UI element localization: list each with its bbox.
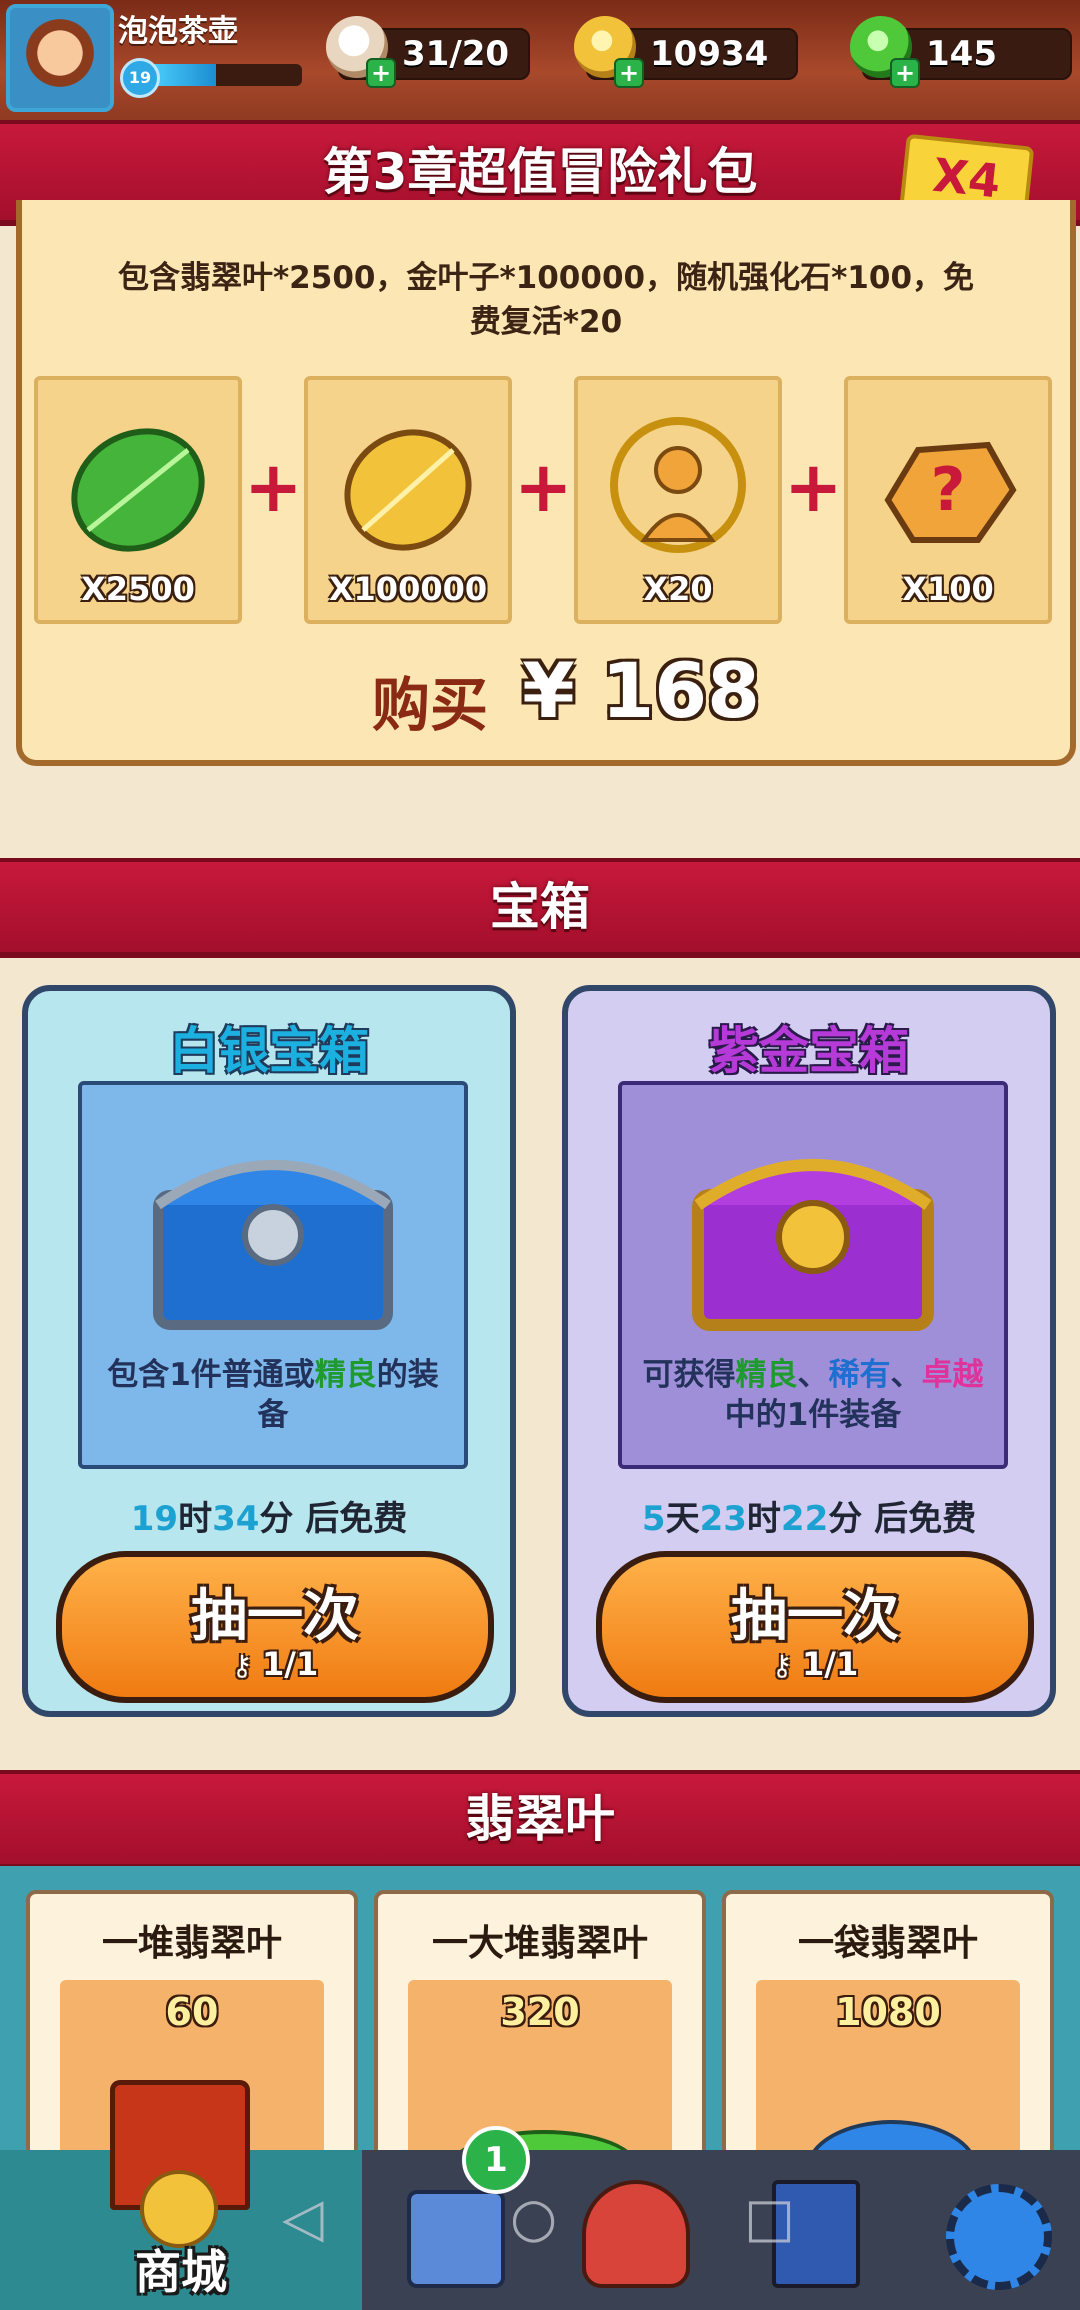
plus-icon: +	[514, 446, 573, 528]
draw-button-label: 抽一次	[731, 1584, 899, 1649]
timer-minutes: 22	[780, 1499, 829, 1539]
player-level-badge: 19	[120, 58, 160, 98]
pack-description: 包含翡翠叶*2500，金叶子*100000，随机强化石*100，免费复活*20	[117, 260, 975, 340]
player-name: 泡泡茶壶	[118, 14, 238, 49]
key-count: 1/1	[262, 1645, 319, 1683]
silver-chest-icon	[153, 1160, 393, 1330]
chest-image-frame: 可获得精良、稀有、卓越中的1件装备	[618, 1081, 1008, 1469]
key-count: 1/1	[802, 1645, 859, 1683]
timer-suffix: 分 后免费	[828, 1499, 977, 1539]
jade-section-title: 翡翠叶	[465, 1790, 615, 1848]
timer-unit: 天	[665, 1499, 700, 1539]
desc-quality-good: 精良	[314, 1357, 377, 1393]
plus-icon: +	[784, 446, 843, 528]
desc-text: 、	[797, 1357, 829, 1393]
bottom-navigation: 商城 1 ◁ ○ □	[0, 2080, 1080, 2310]
mystery-stone-icon: ?	[884, 441, 1017, 543]
chest-description: 包含1件普通或精良的装备	[92, 1355, 454, 1435]
pack-item-stone[interactable]: ? X100	[844, 376, 1052, 624]
jade-item-name: 一大堆翡翠叶	[431, 1923, 648, 1964]
jade-item-qty: 320	[500, 1990, 580, 2034]
system-back-icon[interactable]: ◁	[282, 2186, 324, 2249]
timer-minutes: 34	[212, 1499, 260, 1539]
chest-title: 紫金宝箱	[709, 1022, 909, 1080]
desc-text: 、	[890, 1357, 922, 1393]
buy-price-button[interactable]: ¥ 168	[522, 646, 760, 735]
hero-icon	[582, 2180, 690, 2288]
buy-label[interactable]: 购买	[372, 658, 488, 742]
system-recents-icon[interactable]: □	[744, 2186, 795, 2249]
timer-unit: 时	[746, 1499, 781, 1539]
pack-item-revive[interactable]: X20	[574, 376, 782, 624]
jade-item-name: 一袋翡翠叶	[797, 1923, 978, 1964]
chest-section-banner: 宝箱	[0, 858, 1080, 958]
nav-settings[interactable]	[902, 2150, 1080, 2310]
armor-icon	[407, 2190, 505, 2288]
nav-heroes[interactable]	[542, 2150, 724, 2310]
desc-text: 可获得	[642, 1357, 736, 1393]
draw-key-count: ⚷ 1/1	[602, 1645, 1028, 1683]
add-jade-icon[interactable]: +	[890, 58, 920, 88]
jade-leaf-icon	[71, 428, 205, 552]
purple-chest-card: 紫金宝箱 可获得精良、稀有、卓越中的1件装备 5天23时22分 后免费 抽一次 …	[562, 985, 1056, 1717]
gear-icon	[946, 2184, 1052, 2290]
desc-quality-rare: 稀有	[828, 1357, 891, 1393]
draw-once-button[interactable]: 抽一次 ⚷ 1/1	[596, 1551, 1034, 1703]
desc-text: 中的1件装备	[724, 1397, 902, 1433]
draw-key-count: ⚷ 1/1	[62, 1645, 488, 1683]
gold-leaf-resource[interactable]: + 10934	[574, 16, 798, 88]
svg-text:?: ?	[931, 455, 966, 525]
chest-description: 可获得精良、稀有、卓越中的1件装备	[632, 1355, 994, 1435]
desc-quality-good: 精良	[735, 1357, 798, 1393]
player-avatar[interactable]	[6, 4, 114, 112]
jade-item-qty: 60	[165, 1990, 219, 2034]
jade-leaf-value: 145	[926, 34, 997, 74]
jade-section-banner: 翡翠叶	[0, 1770, 1080, 1870]
free-timer: 19时34分 后免费	[28, 1491, 510, 1540]
stamina-value: 31/20	[402, 34, 510, 74]
timer-unit: 时	[178, 1499, 213, 1539]
plus-icon: +	[244, 446, 303, 528]
chest-title: 白银宝箱	[169, 1022, 369, 1080]
key-icon: ⚷	[231, 1649, 263, 1682]
system-home-icon[interactable]: ○	[510, 2186, 557, 2249]
silver-chest-card: 白银宝箱 包含1件普通或精良的装备 19时34分 后免费 抽一次 ⚷ 1/1	[22, 985, 516, 1717]
pack-item-gold[interactable]: X100000	[304, 376, 512, 624]
add-stamina-icon[interactable]: +	[366, 58, 396, 88]
desc-quality-epic: 卓越	[921, 1357, 984, 1393]
xp-bar	[146, 64, 302, 86]
jade-item-name: 一堆翡翠叶	[101, 1923, 282, 1964]
stamina-resource[interactable]: + 31/20	[326, 16, 530, 88]
jade-item-qty: 1080	[835, 1990, 941, 2034]
chest-section-title: 宝箱	[490, 878, 590, 936]
gold-leaf-value: 10934	[650, 34, 769, 74]
pack-item-qty: X20	[643, 570, 713, 608]
pack-item-qty: X100	[902, 570, 994, 608]
key-icon: ⚷	[771, 1649, 803, 1682]
desc-text: 包含1件普通或	[107, 1357, 315, 1393]
timer-days: 5	[641, 1499, 666, 1539]
pack-item-qty: X100000	[328, 570, 488, 608]
timer-hours: 19	[130, 1499, 179, 1539]
timer-hours: 23	[699, 1499, 747, 1539]
top-status-bar: 泡泡茶壶 19 + 31/20 + 10934 + 145	[0, 0, 1080, 120]
gold-leaf-icon	[344, 429, 472, 551]
revive-monk-icon	[610, 417, 746, 553]
notification-badge: 1	[462, 2126, 530, 2194]
timer-suffix: 分 后免费	[259, 1499, 408, 1539]
free-timer: 5天23时22分 后免费	[568, 1491, 1050, 1540]
add-gold-icon[interactable]: +	[614, 58, 644, 88]
purple-gold-chest-icon	[692, 1159, 934, 1331]
pack-item-jade[interactable]: X2500	[34, 376, 242, 624]
pack-item-qty: X2500	[81, 570, 195, 608]
jade-leaf-resource[interactable]: + 145	[850, 16, 1072, 88]
draw-once-button[interactable]: 抽一次 ⚷ 1/1	[56, 1551, 494, 1703]
draw-button-label: 抽一次	[191, 1584, 359, 1649]
chest-image-frame: 包含1件普通或精良的装备	[78, 1081, 468, 1469]
